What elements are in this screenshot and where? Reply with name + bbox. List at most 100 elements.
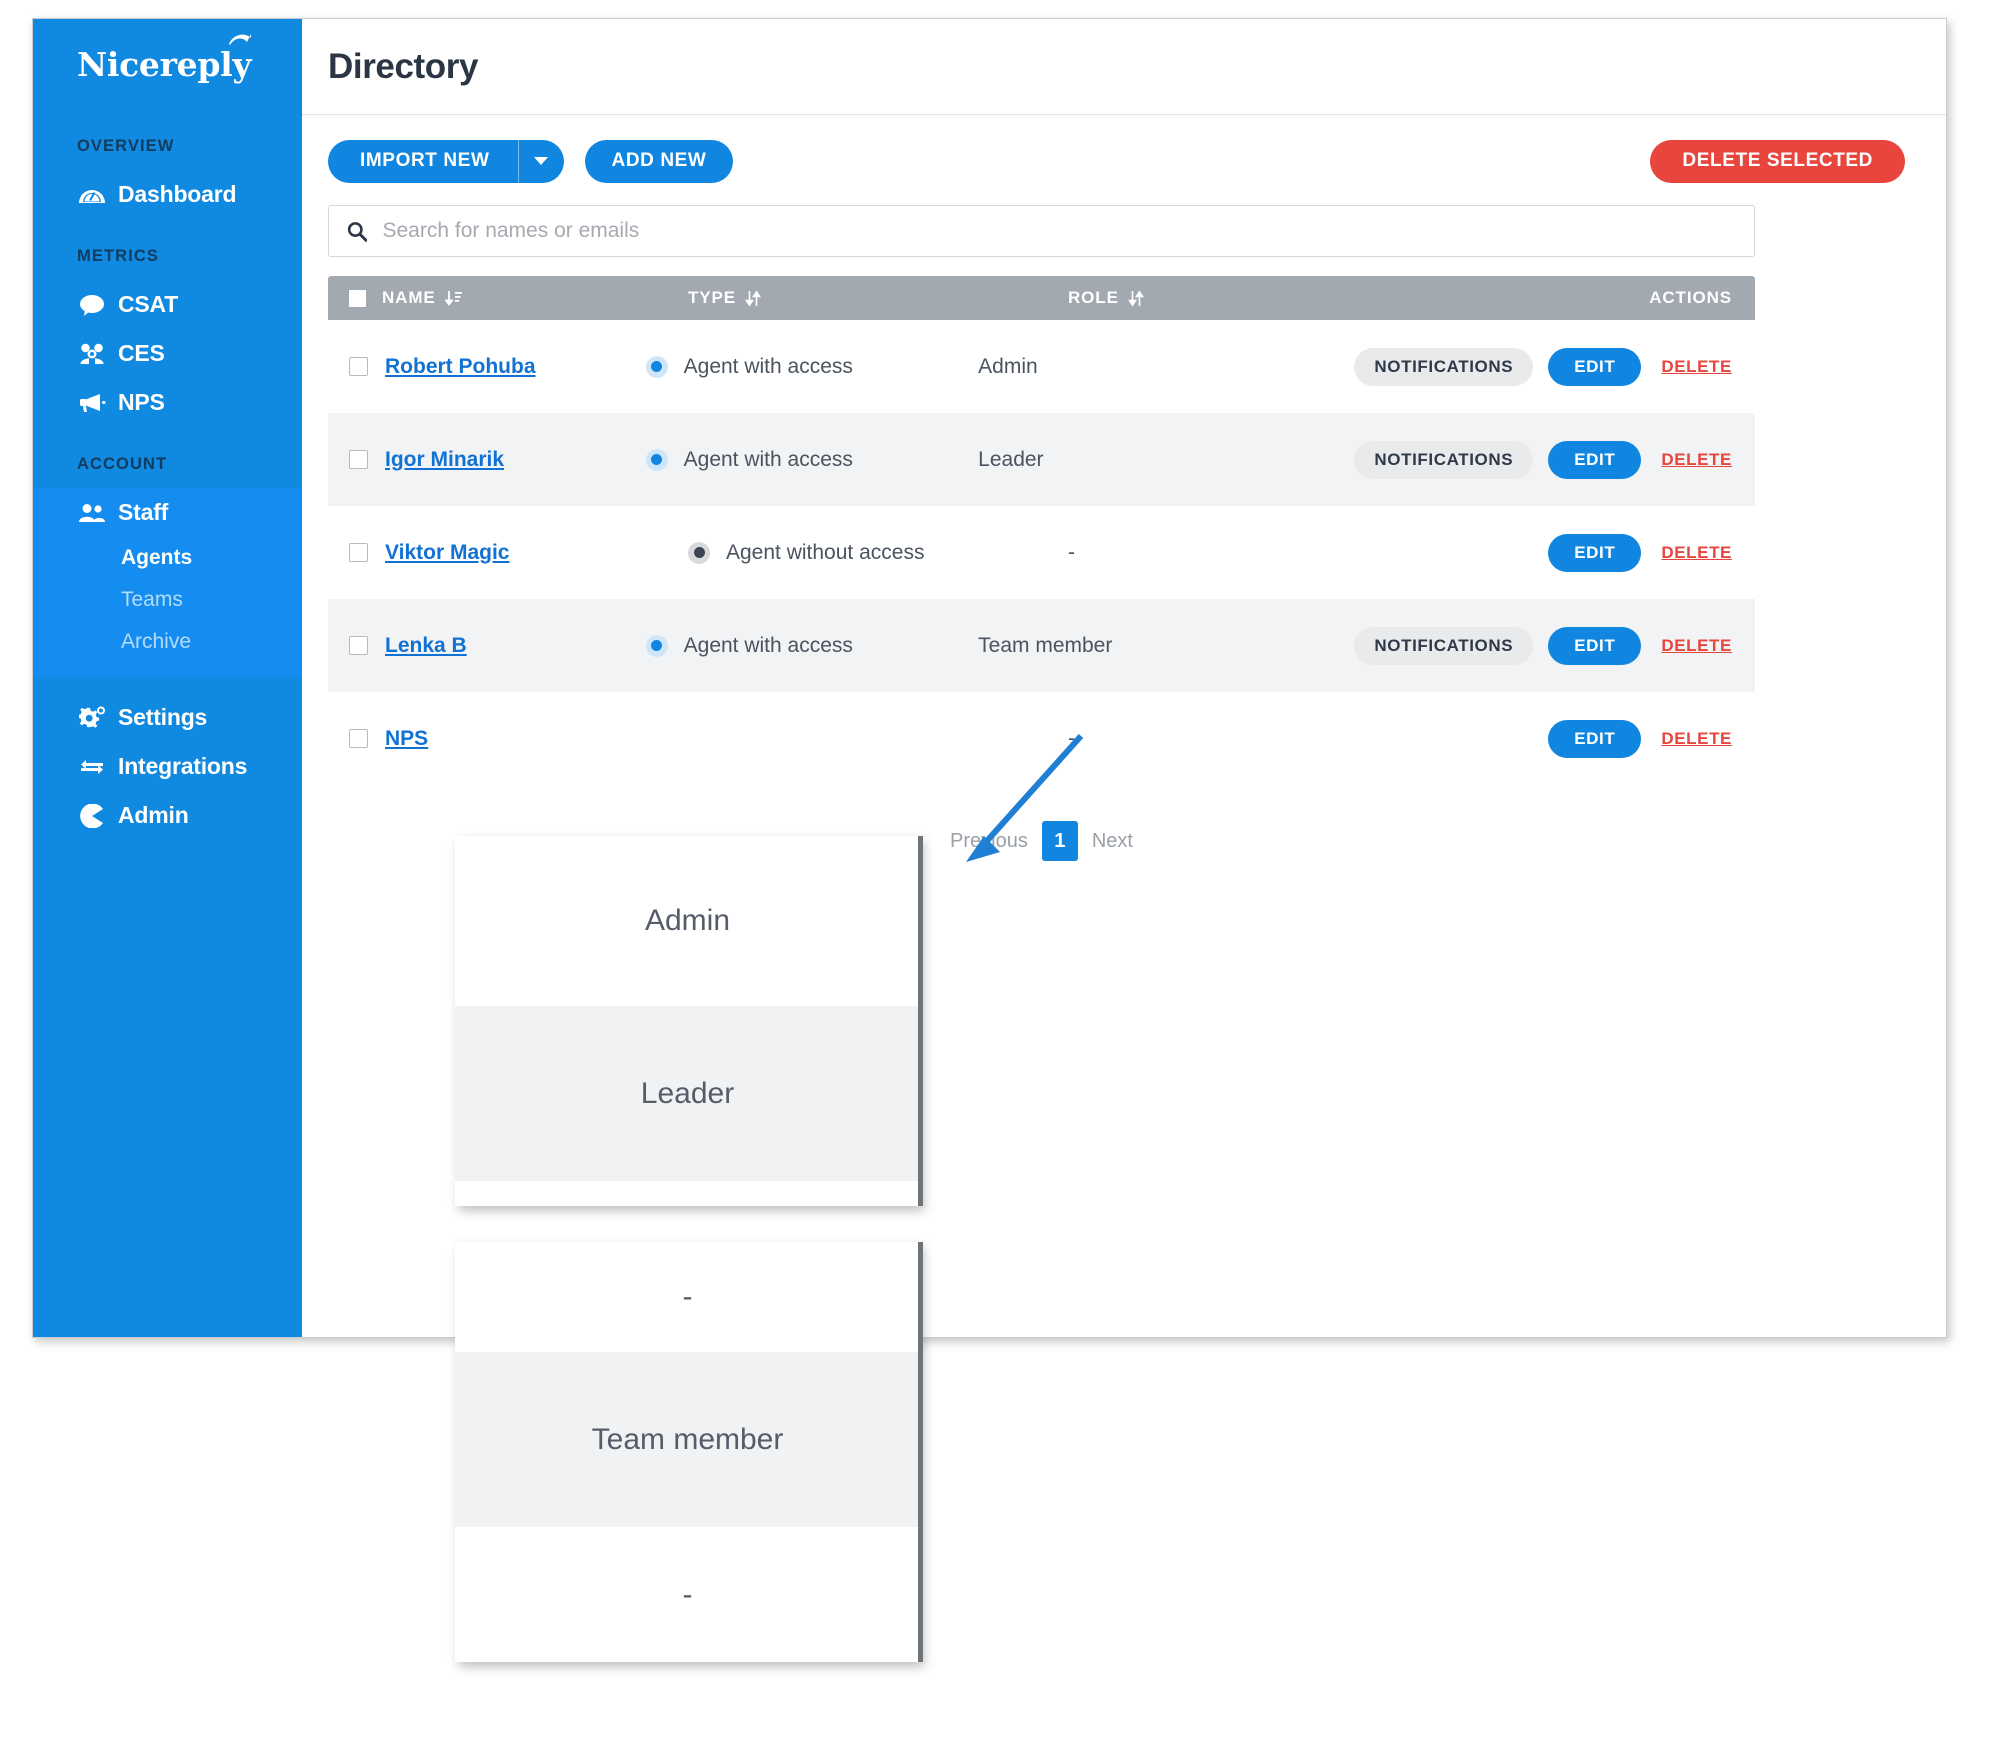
access-radio-off[interactable] [688, 541, 710, 564]
callout-band: Leader [455, 1006, 920, 1181]
agent-role-label: Leader [978, 447, 1044, 471]
callout-band: - [682, 1577, 693, 1611]
sidebar-item-label: CES [118, 340, 165, 366]
sidebar-item-integrations[interactable]: Integrations [33, 742, 302, 791]
delete-link[interactable]: DELETE [1661, 543, 1732, 563]
sidebar-item-label: Integrations [118, 753, 248, 779]
table-row[interactable]: Igor Minarik Agent with access Leader NO… [328, 413, 1755, 506]
edit-button[interactable]: EDIT [1548, 626, 1642, 665]
pagination-page-1[interactable]: 1 [1041, 821, 1078, 861]
column-header-actions-label: ACTIONS [1649, 288, 1732, 307]
callout-band: - [682, 1280, 693, 1313]
delete-link[interactable]: DELETE [1661, 729, 1732, 749]
callout-frame-edge [918, 1242, 923, 1662]
brand-logo[interactable]: Nicereply [33, 19, 302, 109]
callout-band: Team member [455, 1352, 920, 1527]
role-column-callout-bottom: - Team member - [455, 1242, 920, 1662]
edit-button[interactable]: EDIT [1548, 533, 1642, 572]
access-radio-on[interactable] [645, 634, 668, 657]
sidebar-section-account: ACCOUNT [77, 455, 168, 473]
sidebar-item-archive[interactable]: Archive [33, 621, 302, 663]
sidebar-item-admin[interactable]: Admin [33, 791, 302, 840]
sort-amount-desc-icon[interactable] [444, 290, 463, 307]
access-radio-on[interactable] [645, 448, 668, 471]
application-window: Nicereply OVERVIEW Dashboard METRICS CSA… [32, 18, 1947, 1338]
agent-type-label: Agent without access [726, 540, 925, 564]
sidebar-item-csat[interactable]: CSAT [33, 280, 302, 329]
column-header-role[interactable]: ROLE [1068, 288, 1498, 308]
agent-role-label: Admin [978, 354, 1038, 378]
table-row[interactable]: Robert Pohuba Agent with access Admin NO… [328, 320, 1755, 413]
users-icon [77, 500, 107, 526]
sidebar-section-overview: OVERVIEW [77, 137, 175, 155]
agent-role-label: - [1068, 726, 1075, 750]
row-select-checkbox[interactable] [349, 357, 368, 376]
agent-name-link[interactable]: Robert Pohuba [385, 355, 536, 379]
notifications-button[interactable]: NOTIFICATIONS [1354, 626, 1534, 665]
delete-link[interactable]: DELETE [1661, 450, 1732, 470]
toolbar: IMPORT NEW ADD NEW DELETE SELECTED [328, 139, 1920, 183]
sidebar-item-ces[interactable]: CES [33, 329, 302, 378]
agent-name-link[interactable]: Viktor Magic [385, 541, 509, 565]
table-row[interactable]: Lenka B Agent with access Team member NO… [328, 599, 1755, 692]
sidebar-item-label: CSAT [118, 291, 179, 317]
chevron-down-icon [534, 157, 548, 165]
sidebar-item-nps[interactable]: NPS [33, 378, 302, 427]
row-select-checkbox[interactable] [349, 543, 368, 562]
delete-selected-button[interactable]: DELETE SELECTED [1650, 139, 1905, 183]
page-header: Directory [302, 19, 1946, 115]
sidebar-item-teams[interactable]: Teams [33, 579, 302, 621]
agent-role-label: - [1068, 540, 1075, 564]
callout-band: Admin [644, 904, 731, 937]
search-bar[interactable] [328, 205, 1755, 257]
sort-updown-icon[interactable] [745, 290, 762, 307]
sidebar-item-agents[interactable]: Agents [33, 537, 302, 579]
pagination-previous[interactable]: Previous [950, 830, 1028, 853]
row-select-checkbox[interactable] [349, 729, 368, 748]
row-select-checkbox[interactable] [349, 636, 368, 655]
add-new-button[interactable]: ADD NEW [584, 139, 734, 183]
agent-role-label: Team member [978, 633, 1113, 657]
delete-link[interactable]: DELETE [1661, 636, 1732, 656]
table-header-row: NAME TYPE ROLE ACTIONS [328, 276, 1755, 320]
access-radio-on[interactable] [645, 355, 668, 378]
table-row[interactable]: NPS - EDIT DELETE [328, 692, 1755, 785]
column-header-role-label: ROLE [1068, 288, 1119, 307]
column-header-name-label: NAME [382, 288, 436, 307]
column-header-name[interactable]: NAME [328, 288, 688, 308]
agent-type-label: Agent with access [683, 633, 853, 657]
role-column-callout-top: Admin Leader [455, 836, 920, 1206]
sidebar-item-dashboard[interactable]: Dashboard [33, 170, 302, 219]
notifications-button[interactable]: NOTIFICATIONS [1354, 440, 1534, 479]
callout-frame-edge [918, 836, 923, 1206]
sidebar-section-metrics: METRICS [77, 247, 159, 265]
brand-logo-text: Nicereply [77, 44, 252, 84]
row-select-checkbox[interactable] [349, 450, 368, 469]
directory-content: IMPORT NEW ADD NEW DELETE SELECTED Searc… [302, 115, 1946, 861]
agent-name-link[interactable]: Igor Minarik [385, 448, 504, 472]
select-all-checkbox[interactable] [349, 289, 366, 307]
agent-name-link[interactable]: NPS [385, 727, 428, 751]
notifications-button[interactable]: NOTIFICATIONS [1354, 347, 1534, 386]
delete-link[interactable]: DELETE [1661, 357, 1732, 377]
megaphone-icon [77, 390, 107, 416]
sort-updown-icon[interactable] [1127, 290, 1144, 307]
sidebar-item-settings[interactable]: Settings [33, 693, 302, 742]
agent-name-link[interactable]: Lenka B [385, 634, 467, 658]
delete-selected-label: DELETE SELECTED [1682, 150, 1873, 171]
edit-button[interactable]: EDIT [1548, 347, 1642, 386]
edit-button[interactable]: EDIT [1548, 719, 1642, 758]
exchange-arrows-icon [77, 754, 107, 780]
sidebar-item-staff[interactable]: Staff [33, 488, 302, 537]
import-new-button[interactable]: IMPORT NEW [328, 139, 564, 183]
dashboard-gauge-icon [77, 182, 107, 208]
edit-button[interactable]: EDIT [1548, 440, 1642, 479]
table-row[interactable]: Viktor Magic Agent without access - EDIT… [328, 506, 1755, 599]
pagination-next[interactable]: Next [1092, 830, 1133, 853]
search-input[interactable] [380, 218, 1736, 244]
gear-people-icon [77, 341, 107, 367]
column-header-type[interactable]: TYPE [688, 288, 1068, 308]
page-title: Directory [328, 46, 479, 86]
sidebar-group-staff: Staff Agents Teams Archive [33, 488, 302, 677]
import-new-dropdown-toggle[interactable] [517, 139, 564, 183]
